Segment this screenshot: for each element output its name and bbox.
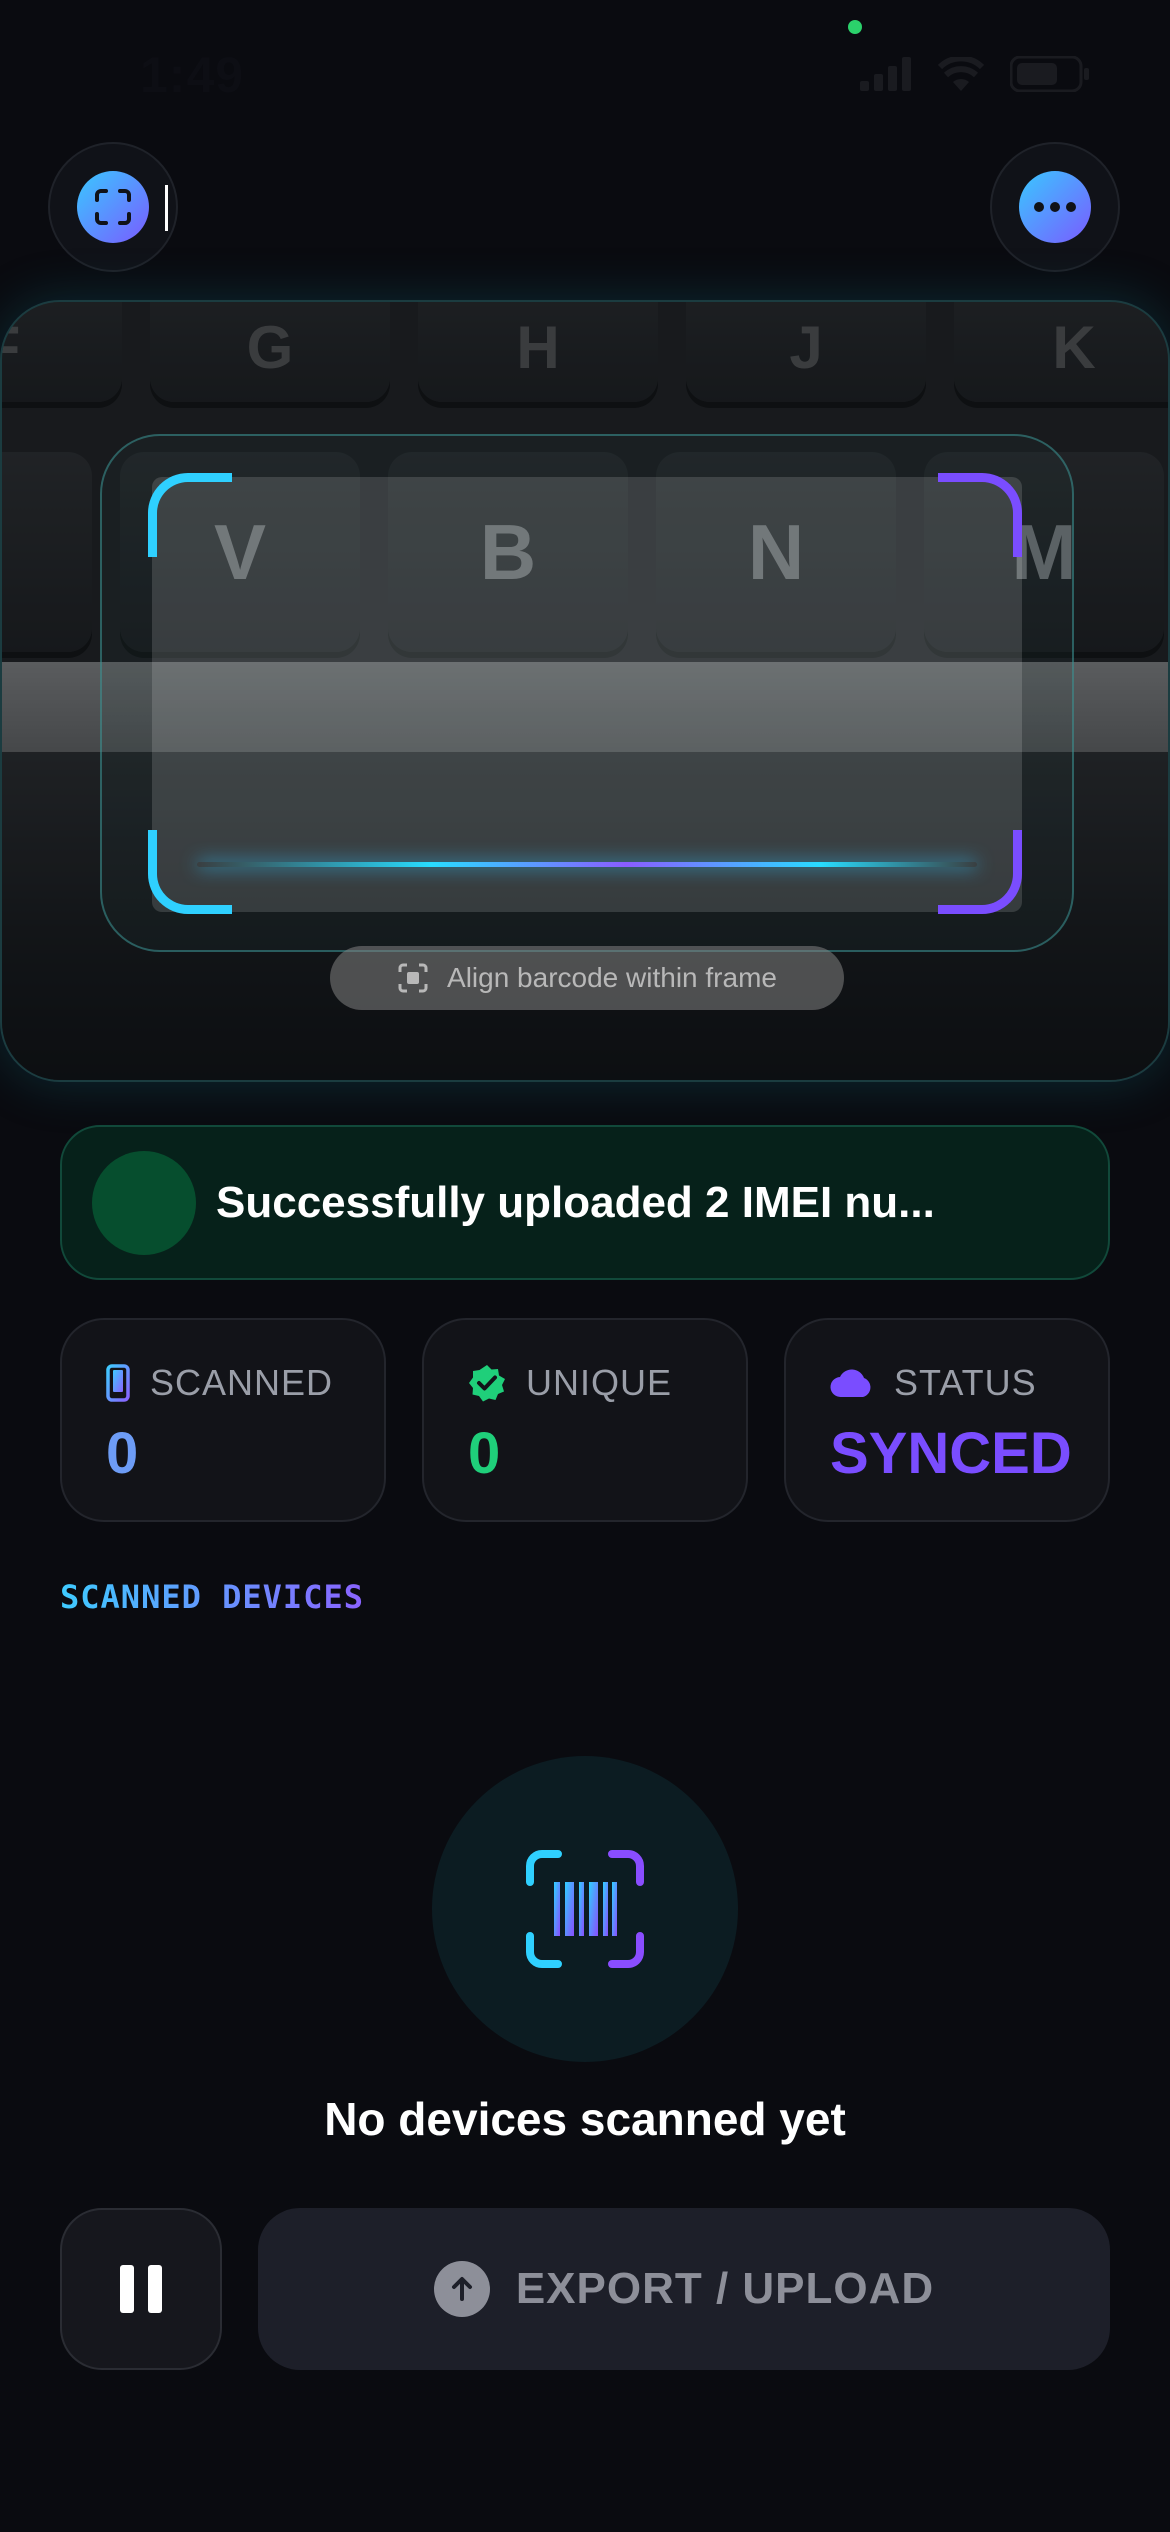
- scan-frame-icon: [77, 171, 149, 243]
- scan-line: [197, 862, 977, 867]
- scanned-devices-heading: SCANNED DEVICES: [60, 1578, 364, 1616]
- signal-icon: [860, 57, 911, 91]
- stat-card-status: STATUS SYNCED: [784, 1318, 1110, 1522]
- align-hint: Align barcode within frame: [330, 946, 844, 1010]
- export-upload-button[interactable]: EXPORT / UPLOAD: [258, 2208, 1110, 2370]
- cloud-icon: [830, 1369, 871, 1398]
- frame-corner-top-right: [938, 473, 1022, 557]
- stat-label-scanned: SCANNED: [150, 1362, 334, 1403]
- empty-state-message: No devices scanned yet: [324, 2093, 846, 2145]
- verified-badge-icon: [469, 1365, 505, 1402]
- stat-card-header: STATUS: [830, 1362, 1037, 1404]
- upload-arrow-icon: [433, 2261, 490, 2317]
- stat-card-unique: UNIQUE 0: [422, 1318, 748, 1522]
- empty-state-illustration: [432, 1756, 738, 2062]
- upload-success-toast: Successfully uploaded 2 IMEI nu...: [60, 1125, 1110, 1280]
- scan-mode-button[interactable]: [48, 142, 178, 272]
- stat-value-scanned: 0: [106, 1421, 139, 1486]
- scan-window: [152, 477, 1022, 912]
- barcode-scan-icon: [526, 1850, 644, 1968]
- success-indicator-icon: [92, 1150, 196, 1255]
- battery-icon: [1010, 56, 1089, 92]
- pause-icon-bar: [148, 2265, 162, 2313]
- stat-card-scanned: SCANNED 0: [60, 1318, 386, 1522]
- camera-viewfinder[interactable]: F G H J K C V B N M Align barcode within…: [0, 300, 1170, 1082]
- wifi-icon: [938, 57, 984, 91]
- status-time: 1:49: [140, 47, 245, 103]
- status-icons: [860, 56, 1090, 92]
- stat-value-unique: 0: [468, 1421, 501, 1486]
- more-options-button[interactable]: [990, 142, 1120, 272]
- export-upload-label: EXPORT / UPLOAD: [515, 2264, 935, 2313]
- phone-icon: [106, 1364, 130, 1402]
- stat-card-header: SCANNED: [106, 1362, 333, 1404]
- camera-indicator: [848, 20, 862, 34]
- status-bar: 1:49: [0, 0, 1170, 150]
- stat-card-header: UNIQUE: [468, 1362, 672, 1404]
- stat-value-status: SYNCED: [830, 1421, 1072, 1486]
- stat-label-status: STATUS: [894, 1362, 1037, 1403]
- stat-label-unique: UNIQUE: [526, 1362, 673, 1403]
- toast-message: Successfully uploaded 2 IMEI nu...: [216, 1177, 935, 1227]
- more-dots-icon: [1019, 171, 1091, 243]
- pause-button[interactable]: [60, 2208, 222, 2370]
- scan-focus-icon: [398, 963, 428, 993]
- align-hint-text: Align barcode within frame: [447, 962, 777, 993]
- frame-corner-top-left: [148, 473, 232, 557]
- text-cursor: [165, 185, 168, 231]
- frame-corner-bottom-left: [148, 830, 232, 914]
- pause-icon-bar: [120, 2265, 134, 2313]
- frame-corner-bottom-right: [938, 830, 1022, 914]
